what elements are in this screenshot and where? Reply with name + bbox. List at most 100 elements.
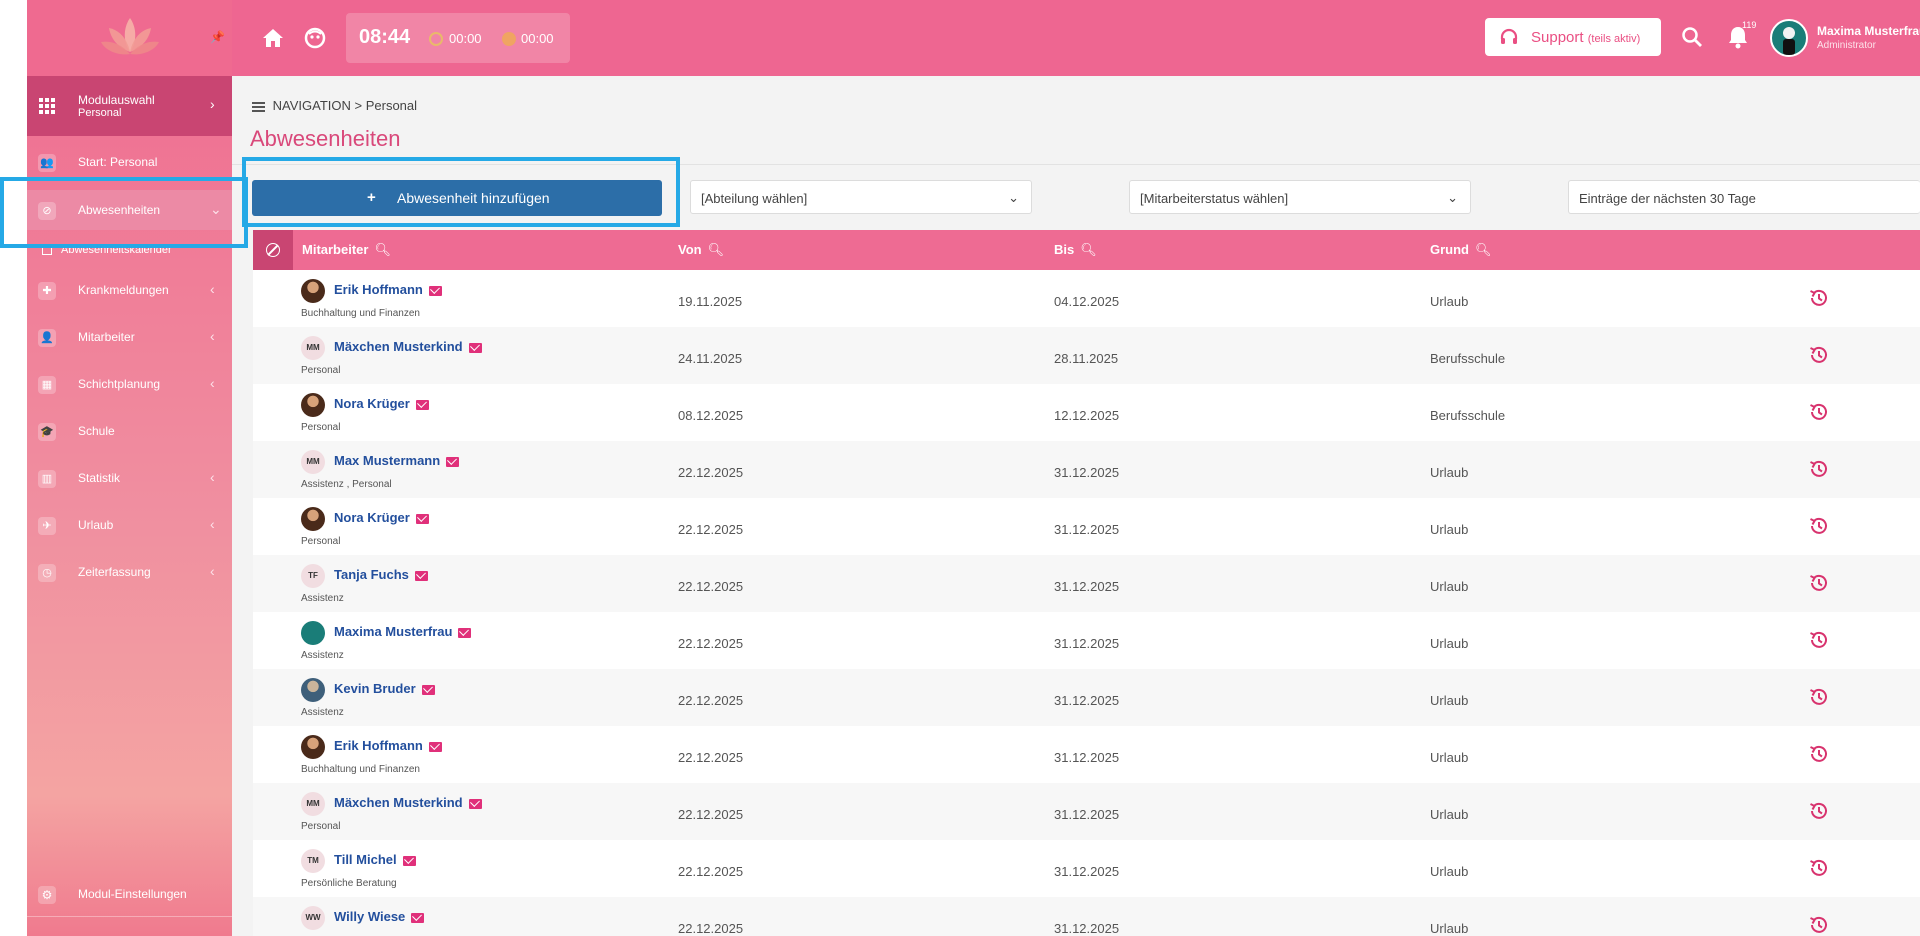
menu-icon[interactable] (252, 100, 265, 114)
history-icon[interactable] (1808, 287, 1830, 309)
pin-icon[interactable]: 📌 (210, 30, 225, 44)
face-icon[interactable] (304, 27, 326, 49)
work-timer: 00:00 (449, 31, 482, 46)
table-row[interactable]: Nora Krüger Personal 22.12.2025 31.12.2025 U… (253, 498, 1920, 555)
user-role: Administrator (1817, 40, 1876, 51)
table-row[interactable]: WW Willy Wiese 22.12.2025 31.12.2025 Urlaub (253, 897, 1920, 936)
cell-to: 31.12.2025 (1054, 921, 1120, 936)
home-icon[interactable] (262, 28, 284, 48)
cell-from: 22.12.2025 (678, 636, 744, 651)
department-select[interactable]: [Abteilung wählen] ⌄ (690, 180, 1032, 214)
history-icon[interactable] (1808, 743, 1830, 765)
sidebar-item-krankmeldungen[interactable]: ✚ Krankmeldungen ‹ (27, 270, 232, 310)
cell-to: 31.12.2025 (1054, 465, 1120, 480)
table-row[interactable]: Nora Krüger Personal 08.12.2025 12.12.2025 B… (253, 384, 1920, 441)
mail-icon[interactable] (446, 456, 460, 467)
support-button[interactable]: Support (teils aktiv) (1485, 18, 1661, 56)
history-icon[interactable] (1808, 401, 1830, 423)
mail-icon[interactable] (415, 513, 429, 524)
sidebar-item-statistik[interactable]: ▥ Statistik ‹ (27, 458, 232, 498)
table-row[interactable]: MM Mäxchen Musterkind Personal 24.11.2025 28… (253, 327, 1920, 384)
sidebar-item-zeiterfassung[interactable]: ◷ Zeiterfassung ‹ (27, 552, 232, 592)
table-row[interactable]: MM Max Mustermann Assistenz , Personal 22.1… (253, 441, 1920, 498)
chevron-left-icon: ‹ (210, 516, 215, 532)
mail-icon[interactable] (414, 570, 428, 581)
avatar: MM (301, 450, 325, 474)
employee-name[interactable]: Maxima Musterfrau (334, 624, 472, 639)
sidebar-item-urlaub[interactable]: ✈ Urlaub ‹ (27, 505, 232, 545)
employee-name[interactable]: Erik Hoffmann (334, 738, 442, 753)
mail-icon[interactable] (428, 285, 442, 296)
mail-icon[interactable] (468, 342, 482, 353)
search-icon[interactable] (1681, 26, 1703, 48)
column-header-von[interactable]: Von 🔍︎ (678, 242, 724, 258)
mail-icon[interactable] (411, 912, 425, 923)
cell-from: 24.11.2025 (678, 351, 743, 366)
employee-name[interactable]: Till Michel (334, 852, 416, 867)
mail-icon[interactable] (415, 399, 429, 410)
medical-icon: ✚ (38, 282, 56, 300)
employee-name[interactable]: Max Mustermann (334, 453, 460, 468)
history-icon[interactable] (1808, 800, 1830, 822)
employee-name[interactable]: Nora Krüger (334, 396, 429, 411)
history-icon[interactable] (1808, 857, 1830, 879)
avatar (301, 279, 325, 303)
breadcrumb-nav[interactable]: NAVIGATION (273, 98, 351, 113)
column-header-bis[interactable]: Bis 🔍︎ (1054, 242, 1097, 258)
employee-name[interactable]: Tanja Fuchs (334, 567, 428, 582)
user-name[interactable]: Maxima Musterfrau (1817, 24, 1920, 38)
user-avatar[interactable] (1770, 19, 1808, 57)
page-title: Abwesenheiten (250, 126, 401, 151)
date-range-select[interactable]: Einträge der nächsten 30 Tage (1568, 180, 1920, 214)
history-icon[interactable] (1808, 686, 1830, 708)
employee-name[interactable]: Erik Hoffmann (334, 282, 442, 297)
avatar: WW (301, 906, 325, 930)
mail-icon[interactable] (458, 627, 472, 638)
employee-department: Personal (301, 422, 341, 433)
history-icon[interactable] (1808, 344, 1830, 366)
sidebar-item-start-personal[interactable]: 👥 Start: Personal (27, 142, 232, 182)
chevron-left-icon: ‹ (210, 375, 215, 391)
breadcrumb-current[interactable]: Personal (366, 98, 417, 113)
cell-reason: Urlaub (1430, 465, 1469, 480)
cell-from: 22.12.2025 (678, 750, 744, 765)
history-icon[interactable] (1808, 515, 1830, 537)
sidebar-item-label: Schule (78, 424, 115, 438)
grid-icon (39, 98, 55, 114)
table-row[interactable]: Erik Hoffmann Buchhaltung und Finanzen 22.… (253, 726, 1920, 783)
sidebar-item-schichtplanung[interactable]: ▦ Schichtplanung ‹ (27, 364, 232, 404)
chevron-left-icon: ‹ (210, 469, 215, 485)
history-icon[interactable] (1808, 629, 1830, 651)
cell-reason: Urlaub (1430, 921, 1469, 936)
module-selector[interactable]: Modulauswahl Personal › (27, 76, 232, 136)
employee-name[interactable]: Nora Krüger (334, 510, 429, 525)
column-header-mitarbeiter[interactable]: Mitarbeiter 🔍︎ (302, 242, 391, 258)
avatar: TM (301, 849, 325, 873)
mail-icon[interactable] (421, 684, 435, 695)
mail-icon[interactable] (428, 741, 442, 752)
employee-name[interactable]: Mäxchen Musterkind (334, 339, 482, 354)
sidebar-item-mitarbeiter[interactable]: 👤 Mitarbeiter ‹ (27, 317, 232, 357)
table-row[interactable]: TF Tanja Fuchs Assistenz 22.12.2025 31.12.20… (253, 555, 1920, 612)
history-icon[interactable] (1808, 458, 1830, 480)
employee-name[interactable]: Mäxchen Musterkind (334, 795, 482, 810)
mail-icon[interactable] (468, 798, 482, 809)
gear-icon: ⚙ (38, 886, 56, 904)
employee-name[interactable]: Kevin Bruder (334, 681, 435, 696)
time-tracker-box[interactable]: 08:44 00:00 00:00 (346, 13, 570, 63)
table-row[interactable]: TM Till Michel Persönliche Beratung 22.12.2… (253, 840, 1920, 897)
table-row[interactable]: Kevin Bruder Assistenz 22.12.2025 31.12.202… (253, 669, 1920, 726)
employee-name[interactable]: Willy Wiese (334, 909, 425, 924)
employee-status-select[interactable]: [Mitarbeiterstatus wählen] ⌄ (1129, 180, 1471, 214)
highlight-box-add-button (242, 157, 680, 227)
history-icon[interactable] (1808, 914, 1830, 936)
table-row[interactable]: Erik Hoffmann Buchhaltung und Finanzen 19.… (253, 270, 1920, 327)
sidebar-item-schule[interactable]: 🎓 Schule (27, 411, 232, 451)
history-icon[interactable] (1808, 572, 1830, 594)
column-header-grund[interactable]: Grund 🔍︎ (1430, 242, 1492, 258)
table-row[interactable]: MM Mäxchen Musterkind Personal 22.12.2025 31… (253, 783, 1920, 840)
table-row[interactable]: Maxima Musterfrau Assistenz 22.12.2025 31.1… (253, 612, 1920, 669)
mail-icon[interactable] (402, 855, 416, 866)
sidebar-item-label: Schichtplanung (78, 377, 161, 391)
sidebar-item-modul-einstellungen[interactable]: ⚙ Modul-Einstellungen (27, 874, 232, 914)
